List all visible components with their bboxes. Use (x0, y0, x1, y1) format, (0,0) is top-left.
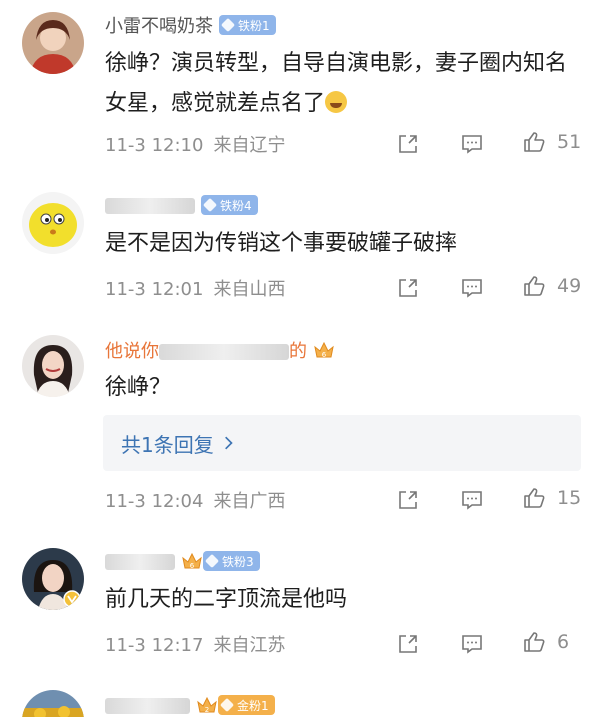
svg-text:2: 2 (205, 706, 209, 714)
like-button[interactable] (521, 129, 547, 155)
comment-header: 2 金粉1 (105, 692, 275, 717)
username[interactable] (105, 695, 190, 716)
avatar[interactable] (22, 192, 84, 254)
comment-meta: 11-3 12:04 来自广西 15 (105, 485, 585, 515)
comment-header: 他说你的 6 (105, 337, 335, 363)
avatar[interactable] (22, 548, 84, 610)
avatar[interactable] (22, 12, 84, 74)
username[interactable]: 他说你的 (105, 337, 307, 363)
svg-text:6: 6 (190, 562, 195, 570)
comment-location: 来自辽宁 (213, 135, 286, 156)
user-avatar-image (22, 690, 84, 717)
view-replies-button[interactable]: 共1条回复 (103, 415, 581, 471)
share-icon (399, 635, 417, 653)
user-avatar-image (22, 548, 84, 610)
chevron-right-icon (224, 436, 233, 450)
comment-location: 来自江苏 (213, 635, 286, 656)
reply-button[interactable] (459, 131, 485, 157)
like-count: 6 (557, 631, 570, 653)
fan-badge: 金粉1 (218, 695, 275, 715)
comment-time: 11-3 12:17 来自江苏 (105, 635, 286, 656)
thumbs-up-icon (524, 488, 545, 508)
reply-button[interactable] (459, 275, 485, 301)
share-button[interactable] (395, 275, 421, 301)
comment-header: 小雷不喝奶茶 铁粉1 (105, 12, 276, 38)
user-avatar-image (22, 335, 84, 397)
user-avatar-image (22, 12, 84, 74)
thumbs-up-icon (524, 132, 545, 152)
avatar[interactable] (22, 690, 84, 717)
like-count: 51 (557, 131, 582, 153)
fan-badge: 铁粉3 (203, 551, 260, 571)
comment-text: 是不是因为传销这个事要破罐子破摔 (105, 231, 458, 256)
thumbs-up-icon (524, 632, 545, 652)
fan-badge: 铁粉4 (201, 195, 258, 215)
comment-meta: 11-3 12:10 来自辽宁 51 (105, 129, 585, 159)
crown-vip-icon: 2 (196, 695, 218, 715)
like-button[interactable] (521, 629, 547, 655)
comment-header: 6 铁粉3 (105, 548, 260, 574)
replies-label: 共1条回复 (121, 432, 214, 457)
diamond-icon (204, 553, 220, 569)
like-count: 49 (557, 275, 582, 297)
comment-location: 来自山西 (213, 279, 286, 300)
share-button[interactable] (395, 487, 421, 513)
comment-location: 来自广西 (213, 491, 286, 512)
username[interactable] (105, 195, 195, 216)
share-icon (399, 135, 417, 153)
diamond-icon (219, 697, 235, 713)
comment-time: 11-3 12:01 来自山西 (105, 279, 286, 300)
comment-time: 11-3 12:10 来自辽宁 (105, 135, 286, 156)
share-button[interactable] (395, 131, 421, 157)
like-button[interactable] (521, 273, 547, 299)
crown-vip-icon: 6 (181, 551, 203, 571)
fan-badge: 铁粉1 (219, 15, 276, 35)
comment-icon (462, 135, 482, 154)
comment-text: 徐峥？ (105, 375, 172, 400)
comment-icon (462, 635, 482, 654)
username[interactable]: 小雷不喝奶茶 (105, 12, 213, 38)
avatar[interactable] (22, 335, 84, 397)
crown-vip-icon: 6 (313, 340, 335, 360)
reply-button[interactable] (459, 487, 485, 513)
comment-meta: 11-3 12:01 来自山西 49 (105, 273, 585, 303)
like-count: 15 (557, 487, 582, 509)
diamond-icon (202, 197, 218, 213)
user-avatar-image (22, 192, 84, 254)
comment-icon (462, 491, 482, 510)
like-button[interactable] (521, 485, 547, 511)
laughing-emoji-icon (325, 91, 348, 113)
comment-meta: 11-3 12:17 来自江苏 6 (105, 629, 585, 659)
svg-text:6: 6 (322, 351, 327, 359)
share-button[interactable] (395, 631, 421, 657)
comment-icon (462, 279, 482, 298)
share-icon (399, 491, 417, 509)
comment-text: 前几天的二字顶流是他吗 (105, 587, 348, 612)
thumbs-up-icon (524, 276, 545, 296)
share-icon (399, 279, 417, 297)
comment-text: 徐峥？演员转型，自导自演电影，妻子圈内知名女星，感觉就差点名了 (105, 51, 568, 116)
diamond-icon (220, 17, 236, 33)
comment-time: 11-3 12:04 来自广西 (105, 491, 286, 512)
username[interactable] (105, 551, 175, 572)
comment-header: 铁粉4 (105, 192, 258, 218)
reply-button[interactable] (459, 631, 485, 657)
